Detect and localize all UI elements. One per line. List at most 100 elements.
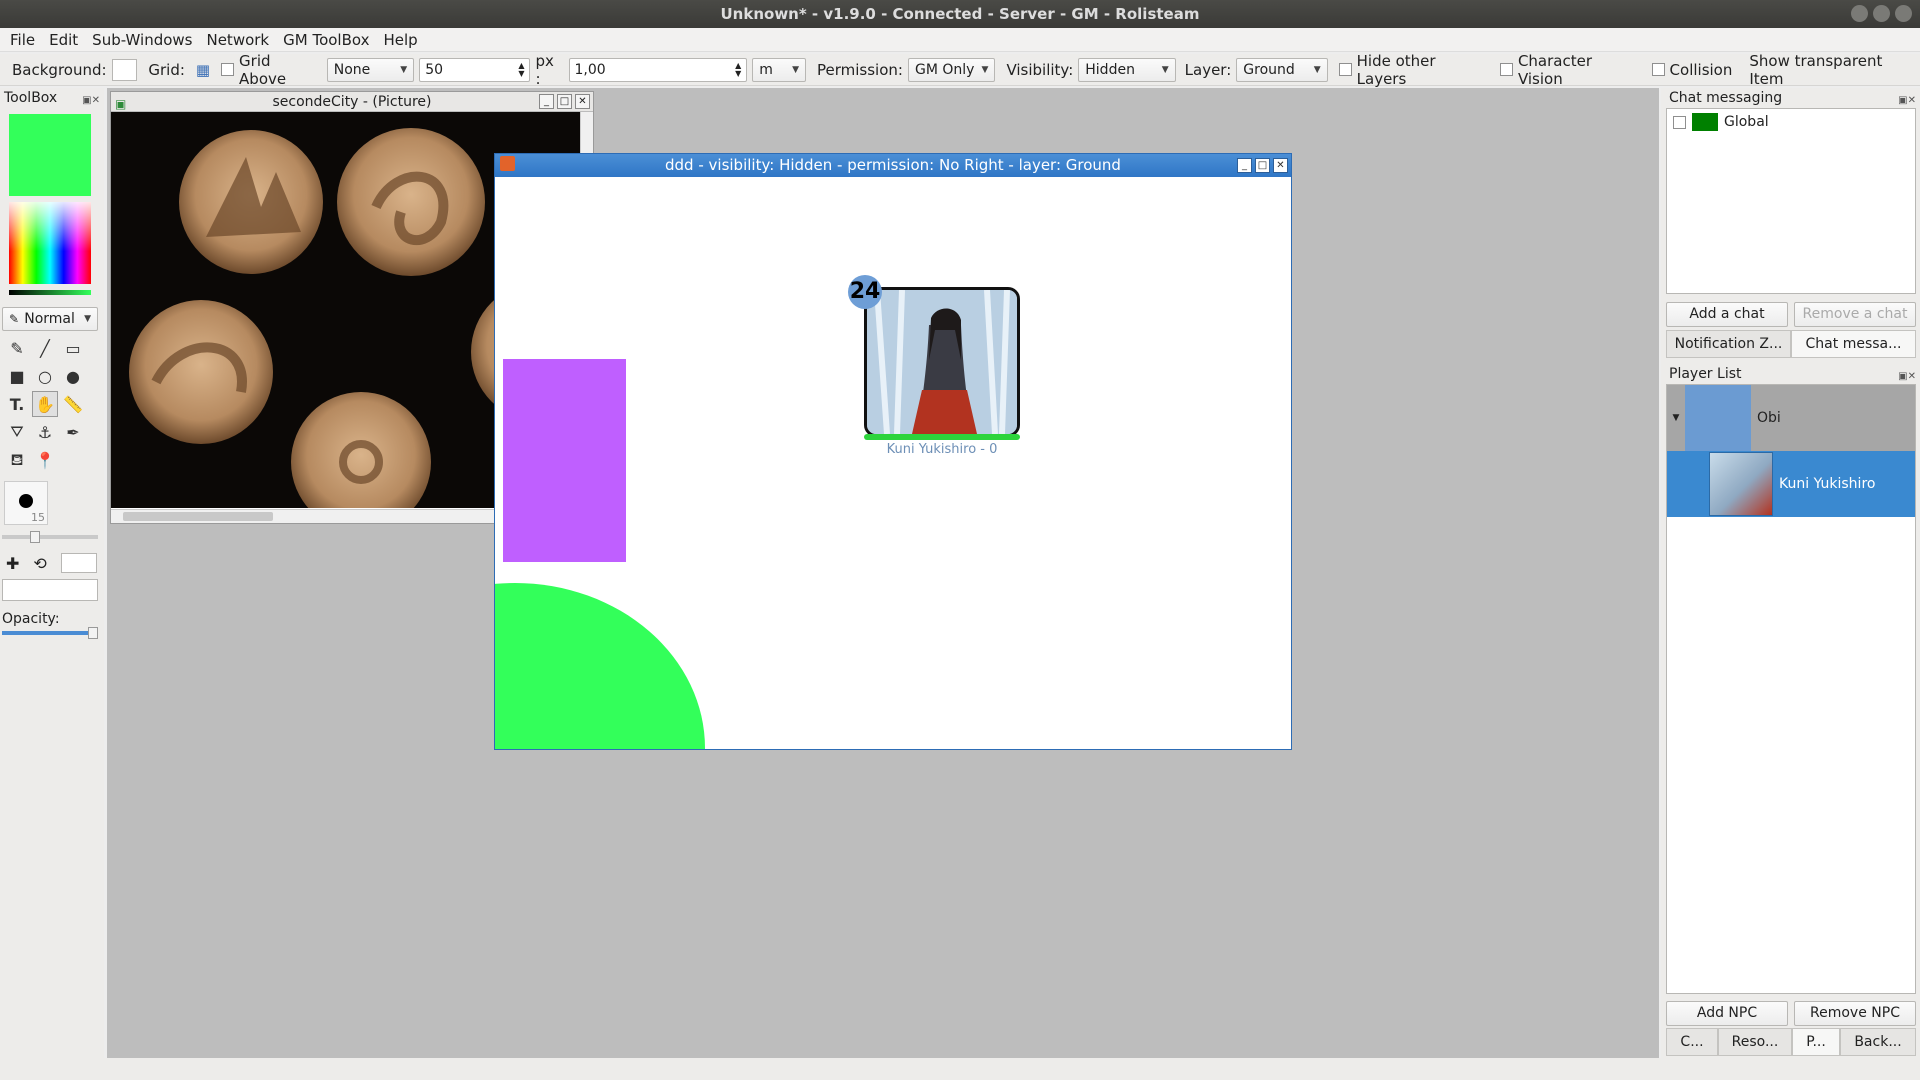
- visibility-label: Visibility:: [1006, 60, 1074, 79]
- grid-above-checkbox[interactable]: [221, 63, 235, 76]
- token-number-badge: 24: [848, 275, 882, 309]
- hand-icon[interactable]: ✋: [32, 391, 58, 417]
- text-icon[interactable]: T.: [4, 391, 30, 417]
- maximize-icon[interactable]: □: [1255, 158, 1270, 173]
- pencil-icon[interactable]: ✎: [4, 335, 30, 361]
- picture-window-title: secondeCity - (Picture): [272, 94, 432, 110]
- spin-arrows-icon[interactable]: ▲ ▼: [735, 61, 741, 78]
- character-vision-label: Character Vision: [1517, 51, 1592, 88]
- scrollbar-handle[interactable]: [123, 512, 273, 521]
- draw-mode-select[interactable]: ✎ Normal ▼: [2, 307, 98, 331]
- minimize-icon[interactable]: _: [539, 94, 554, 109]
- player-item-kuni-yukishiro[interactable]: Kuni Yukishiro: [1667, 451, 1915, 517]
- tab-notification-zone[interactable]: Notification Z...: [1666, 330, 1791, 358]
- show-transparent-item-button[interactable]: Show transparent Item: [1749, 52, 1920, 88]
- grid-size-value: 50: [425, 61, 444, 78]
- empty-ellipse-icon[interactable]: ○: [32, 363, 58, 389]
- dock-float-close-icon[interactable]: ▣✕: [82, 91, 100, 111]
- hide-other-layers-checkbox[interactable]: [1338, 63, 1352, 76]
- chat-item-global[interactable]: Global: [1667, 109, 1915, 135]
- visibility-select[interactable]: Hidden ▼: [1078, 57, 1176, 82]
- remove-chat-button[interactable]: Remove a chat: [1794, 302, 1916, 327]
- opacity-slider[interactable]: [2, 627, 98, 639]
- maximize-icon[interactable]: □: [557, 94, 572, 109]
- minimize-icon[interactable]: _: [1237, 158, 1252, 173]
- npc-tool-row: ✚ ⟲: [6, 553, 104, 573]
- menu-network[interactable]: Network: [206, 31, 269, 49]
- background-color-button[interactable]: [111, 58, 138, 81]
- slider-handle[interactable]: [88, 627, 98, 639]
- chevron-down-icon: ▼: [981, 64, 989, 75]
- close-icon[interactable]: ✕: [575, 94, 590, 109]
- window-title: Unknown* - v1.9.0 - Connected - Server -…: [720, 5, 1200, 23]
- collision-checkbox[interactable]: [1651, 63, 1665, 76]
- chat-item-checkbox[interactable]: [1673, 115, 1686, 129]
- close-icon[interactable]: ✕: [1273, 158, 1288, 173]
- grid-label: Grid:: [148, 60, 185, 79]
- collision-label: Collision: [1669, 60, 1733, 79]
- filled-rectangle-icon[interactable]: ■: [4, 363, 30, 389]
- npc-number-field[interactable]: [60, 553, 97, 573]
- permission-select[interactable]: GM Only ▼: [907, 57, 996, 82]
- tab-background[interactable]: Back...: [1840, 1028, 1916, 1056]
- unit-value: m: [759, 61, 773, 78]
- pen-size-preview: 15: [4, 481, 48, 525]
- map-canvas[interactable]: 24 Kuni Yukishiro - 0: [495, 177, 1291, 749]
- player-list-header: Player List ▣✕: [1661, 364, 1920, 384]
- toolbox-header: ToolBox ▣✕: [0, 88, 104, 108]
- rolisteam-icon: [500, 156, 515, 171]
- opacity-label: Opacity:: [2, 611, 60, 627]
- color-picker[interactable]: [9, 202, 91, 284]
- chevron-down-icon: ▼: [1161, 64, 1169, 75]
- tab-resources[interactable]: Reso...: [1718, 1028, 1792, 1056]
- refresh-icon[interactable]: ⟲: [33, 554, 46, 573]
- spin-arrows-icon[interactable]: ▲ ▼: [518, 61, 524, 78]
- menu-edit[interactable]: Edit: [49, 31, 78, 49]
- anchor-icon[interactable]: ⚓: [32, 419, 58, 445]
- grid-size-spinbox[interactable]: 50 ▲ ▼: [419, 57, 531, 82]
- map-toolbar: Background: Grid: ▦ Grid Above None ▼ 50 ▲…: [0, 51, 1920, 88]
- unit-select[interactable]: m ▼: [752, 57, 806, 82]
- chevron-down-icon[interactable]: ▼: [1667, 413, 1685, 423]
- current-color-swatch[interactable]: [9, 114, 91, 196]
- add-npc-tool-icon[interactable]: ✚: [6, 554, 19, 573]
- add-npc-button[interactable]: Add NPC: [1666, 1001, 1788, 1026]
- grid-pattern-select[interactable]: None ▼: [326, 57, 415, 82]
- remove-npc-button[interactable]: Remove NPC: [1794, 1001, 1916, 1026]
- picture-window-title-bar: ▣ secondeCity - (Picture) _ □ ✕: [111, 92, 593, 112]
- purple-rectangle-item[interactable]: [503, 359, 626, 562]
- chat-list: Global: [1666, 108, 1916, 294]
- map-window: ddd - visibility: Hidden - permission: N…: [494, 153, 1292, 750]
- minimize-window-button[interactable]: [1851, 5, 1868, 22]
- path-icon[interactable]: ⛛: [4, 419, 30, 445]
- fill-icon[interactable]: ⛾: [4, 447, 30, 473]
- menu-gm-toolbox[interactable]: GM ToolBox: [283, 31, 369, 49]
- character-vision-checkbox[interactable]: [1500, 63, 1513, 76]
- empty-rectangle-icon[interactable]: ▭: [60, 335, 86, 361]
- close-window-button[interactable]: [1895, 5, 1912, 22]
- layer-select[interactable]: Ground ▼: [1236, 57, 1328, 82]
- add-chat-button[interactable]: Add a chat: [1666, 302, 1788, 327]
- menu-help[interactable]: Help: [383, 31, 417, 49]
- character-token[interactable]: 24: [848, 275, 1020, 447]
- npc-name-field[interactable]: [2, 579, 98, 601]
- pin-icon[interactable]: 📍: [32, 447, 58, 473]
- green-ellipse-item[interactable]: [495, 583, 705, 749]
- slider-handle[interactable]: [30, 531, 40, 543]
- tab-c[interactable]: C...: [1666, 1028, 1718, 1056]
- menu-sub-windows[interactable]: Sub-Windows: [92, 31, 192, 49]
- line-icon[interactable]: ╱: [32, 335, 58, 361]
- ruler-icon[interactable]: 📏: [60, 391, 86, 417]
- filled-ellipse-icon[interactable]: ●: [60, 363, 86, 389]
- menu-file[interactable]: File: [10, 31, 35, 49]
- maximize-window-button[interactable]: [1873, 5, 1890, 22]
- character-avatar: [1709, 452, 1773, 516]
- tab-chat-messaging[interactable]: Chat messa...: [1791, 330, 1916, 358]
- tab-players[interactable]: P...: [1792, 1028, 1840, 1056]
- brightness-slider[interactable]: [9, 290, 91, 295]
- color-picker-icon[interactable]: ✒: [60, 419, 86, 445]
- grid-icon[interactable]: ▦: [196, 61, 210, 79]
- player-item-obi[interactable]: ▼ Obi: [1667, 385, 1915, 451]
- scale-spinbox[interactable]: 1,00 ▲ ▼: [568, 57, 748, 82]
- pen-size-slider[interactable]: [2, 531, 98, 543]
